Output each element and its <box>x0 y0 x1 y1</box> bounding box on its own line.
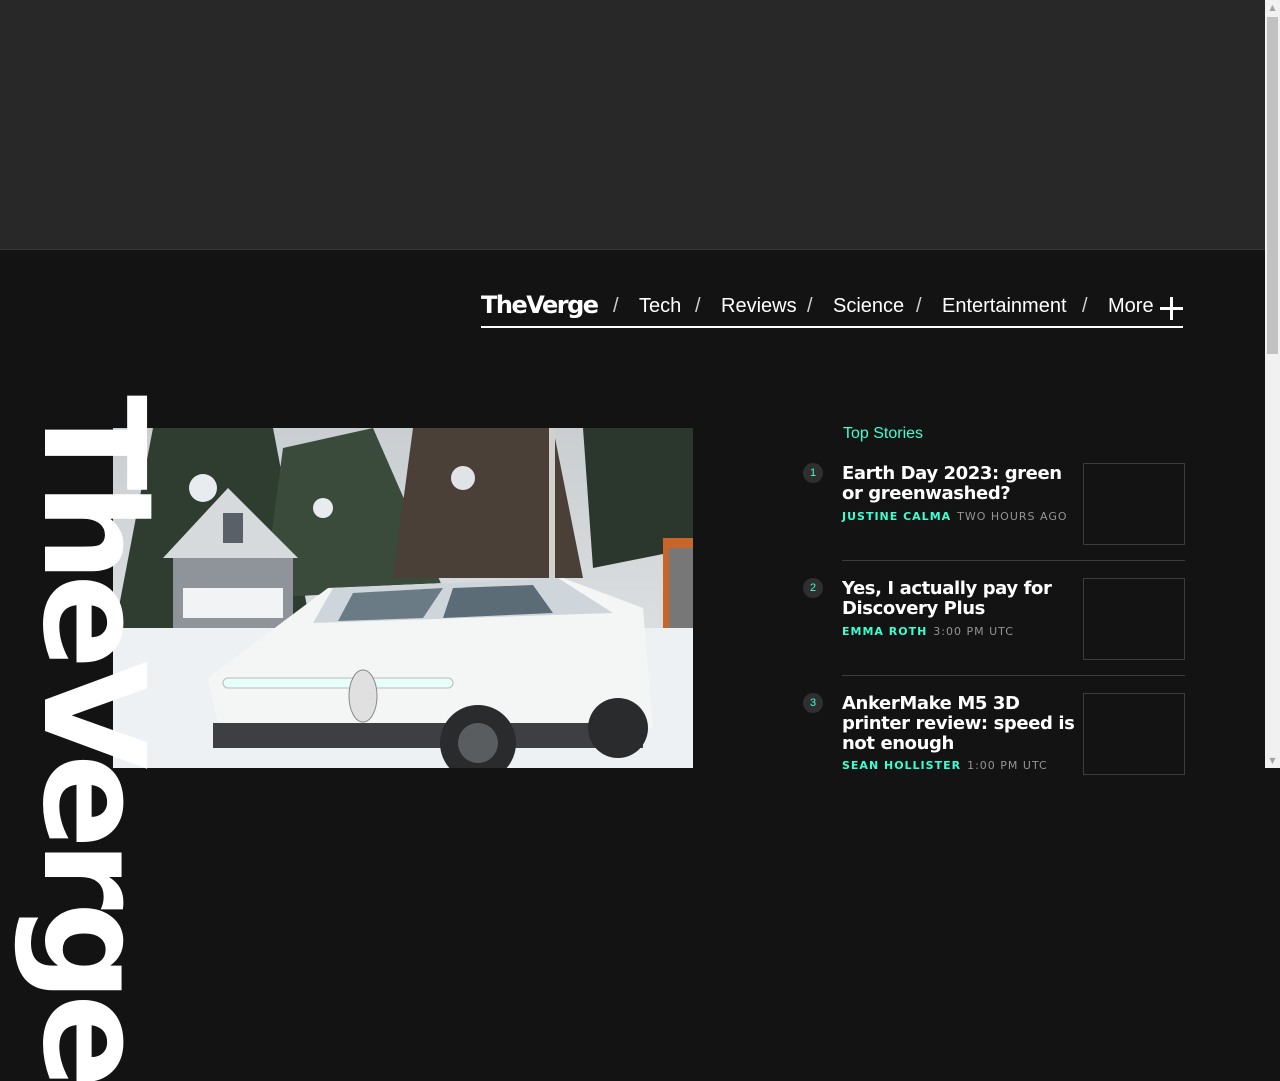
story-author-link[interactable]: JUSTINE CALMA <box>842 510 951 523</box>
story-thumbnail[interactable] <box>1083 693 1185 775</box>
verge-logo[interactable]: TheVerge <box>481 291 599 319</box>
story-author-link[interactable]: EMMA ROTH <box>842 625 927 638</box>
story-title-link[interactable]: Yes, I actually pay for Discovery Plus <box>842 579 1077 619</box>
hero-photo-icon <box>113 428 693 768</box>
story-thumbnail[interactable] <box>1083 578 1185 660</box>
story-time: 3:00 PM UTC <box>933 625 1014 638</box>
nav-item-more[interactable]: More <box>1108 295 1154 318</box>
divider <box>842 560 1185 561</box>
nav-item-entertainment[interactable]: Entertainment <box>942 295 1067 318</box>
story-time: TWO HOURS AGO <box>957 510 1068 523</box>
story-author-link[interactable]: SEAN HOLLISTER <box>842 759 961 772</box>
scrollbar[interactable]: ▲ ▼ <box>1265 0 1280 768</box>
scroll-up-icon[interactable]: ▲ <box>1265 0 1280 15</box>
ad-banner-area <box>0 0 1265 250</box>
story-byline: EMMA ROTH 3:00 PM UTC <box>842 625 1014 638</box>
scrollbar-thumb[interactable] <box>1267 17 1278 354</box>
nav-item-science[interactable]: Science <box>833 295 904 318</box>
divider <box>842 675 1185 676</box>
nav-separator: / <box>613 295 619 317</box>
story-rank: 2 <box>803 578 823 598</box>
plus-icon[interactable] <box>1160 297 1183 320</box>
scroll-down-icon[interactable]: ▼ <box>1265 753 1280 768</box>
nav-item-tech[interactable]: Tech <box>639 295 681 318</box>
story-thumbnail[interactable] <box>1083 463 1185 545</box>
story-title-link[interactable]: Earth Day 2023: green or greenwashed? <box>842 464 1077 504</box>
nav-separator: / <box>695 295 701 317</box>
hero-image[interactable] <box>113 428 693 768</box>
story-rank: 3 <box>803 693 823 713</box>
main-nav: TheVerge / Tech / Reviews / Science / En… <box>481 287 1183 328</box>
story-byline: SEAN HOLLISTER 1:00 PM UTC <box>842 759 1048 772</box>
nav-separator: / <box>807 295 813 317</box>
top-stories-heading: Top Stories <box>843 425 924 442</box>
story-time: 1:00 PM UTC <box>967 759 1048 772</box>
story-rank: 1 <box>803 463 823 483</box>
story-title-link[interactable]: AnkerMake M5 3D printer review: speed is… <box>842 694 1077 754</box>
nav-separator: / <box>1082 295 1088 317</box>
nav-separator: / <box>916 295 922 317</box>
story-byline: JUSTINE CALMA TWO HOURS AGO <box>842 510 1068 523</box>
nav-item-reviews[interactable]: Reviews <box>721 295 797 318</box>
